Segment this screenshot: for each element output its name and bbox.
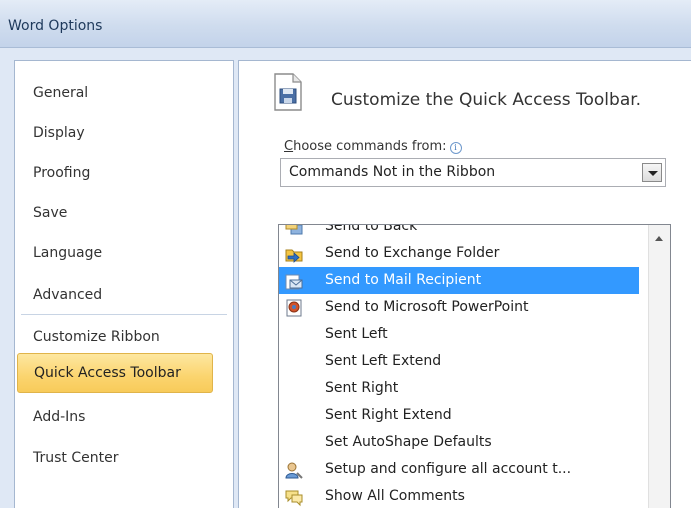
account-setup-icon: [285, 462, 303, 479]
dialog-body: General Display Proofing Save Language A…: [0, 48, 691, 508]
powerpoint-icon: [286, 299, 302, 317]
nav-item-quick-access-toolbar[interactable]: Quick Access Toolbar: [17, 353, 213, 393]
list-scrollbar[interactable]: [648, 225, 670, 508]
list-item-label: Send to Exchange Folder: [325, 245, 500, 261]
scroll-up-arrow-icon[interactable]: [655, 236, 663, 241]
comments-icon: [285, 490, 303, 507]
list-item-label: Set AutoShape Defaults: [325, 434, 492, 450]
nav-item-advanced[interactable]: Advanced: [33, 282, 102, 308]
choose-commands-label: Choose commands from: i: [284, 139, 462, 154]
list-item-sent-left[interactable]: Sent Left: [279, 321, 639, 348]
quick-access-toolbar-panel: Customize the Quick Access Toolbar. Choo…: [238, 60, 691, 508]
list-item-label: Send to Mail Recipient: [325, 272, 482, 288]
nav-item-proofing[interactable]: Proofing: [33, 160, 90, 186]
nav-item-language[interactable]: Language: [33, 240, 102, 266]
list-item-send-to-exchange-folder[interactable]: Send to Exchange Folder: [279, 240, 639, 267]
options-navigation: General Display Proofing Save Language A…: [14, 60, 234, 508]
list-item-sent-right[interactable]: Sent Right: [279, 375, 639, 402]
list-item-label: Send to Microsoft PowerPoint: [325, 299, 529, 315]
exchange-folder-icon: [285, 249, 303, 263]
choose-label-access-key: C: [284, 139, 294, 154]
list-item-sent-right-extend[interactable]: Sent Right Extend: [279, 402, 639, 429]
nav-item-display[interactable]: Display: [33, 120, 85, 146]
window-title: Word Options: [8, 18, 103, 34]
list-item-label: Sent Left: [325, 326, 388, 342]
choose-label-text: hoose commands from:: [293, 139, 447, 154]
title-bar: Word Options: [0, 0, 691, 48]
list-item-send-to-microsoft-powerpoint[interactable]: Send to Microsoft PowerPoint: [279, 294, 639, 321]
list-item-label: Setup and configure all account t...: [325, 461, 572, 477]
page-heading: Customize the Quick Access Toolbar.: [331, 90, 642, 110]
list-item-sent-left-extend[interactable]: Sent Left Extend: [279, 348, 639, 375]
nav-item-customize-ribbon[interactable]: Customize Ribbon: [33, 324, 160, 350]
mail-recipient-icon: [285, 274, 303, 290]
dropdown-arrow-icon[interactable]: [642, 163, 662, 182]
list-item-label: Sent Right Extend: [325, 407, 452, 423]
choose-commands-dropdown[interactable]: Commands Not in the Ribbon: [280, 158, 666, 187]
commands-list[interactable]: Send to Back Send to Exchange Folder Sen…: [278, 224, 671, 508]
list-item-setup-and-configure-all-account[interactable]: Setup and configure all account t...: [279, 456, 639, 483]
list-item-show-all-comments[interactable]: Show All Comments: [279, 483, 639, 508]
list-item-set-autoshape-defaults[interactable]: Set AutoShape Defaults: [279, 429, 639, 456]
send-to-back-icon: [285, 225, 303, 235]
list-item-label: Sent Right: [325, 380, 399, 396]
list-item-label: Sent Left Extend: [325, 353, 442, 369]
list-item-send-to-mail-recipient[interactable]: Send to Mail Recipient: [279, 267, 639, 294]
quick-access-toolbar-icon: [274, 73, 302, 111]
nav-divider: [21, 314, 227, 315]
list-item-label: Show All Comments: [325, 488, 465, 504]
nav-item-trust-center[interactable]: Trust Center: [33, 445, 118, 471]
list-item-label: Send to Back: [325, 224, 418, 234]
info-icon[interactable]: i: [449, 142, 462, 154]
nav-item-add-ins[interactable]: Add-Ins: [33, 404, 85, 430]
list-item-send-to-back[interactable]: Send to Back: [279, 224, 639, 240]
nav-item-general[interactable]: General: [33, 80, 88, 106]
choose-commands-value: Commands Not in the Ribbon: [289, 164, 496, 180]
nav-item-save[interactable]: Save: [33, 200, 67, 226]
